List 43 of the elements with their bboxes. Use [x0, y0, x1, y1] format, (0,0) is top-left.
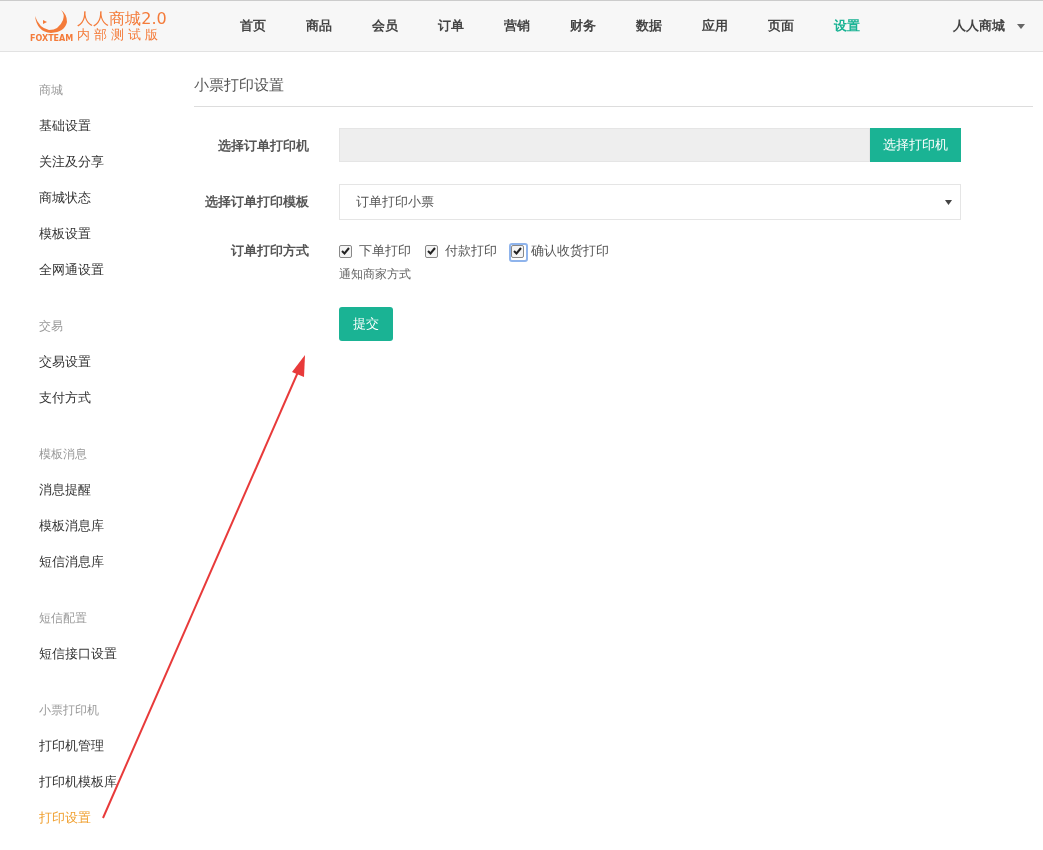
- sidebar-group-title: 模板消息: [39, 446, 88, 463]
- logo-subtitle: 内部测试版: [77, 27, 164, 42]
- page-title: 小票打印设置: [194, 76, 1033, 107]
- user-menu[interactable]: 人人商城: [953, 17, 1025, 35]
- template-select[interactable]: 订单打印小票: [339, 184, 961, 220]
- sidebar-item[interactable]: 模板设置: [39, 224, 194, 260]
- dropdown-arrow-icon: [945, 199, 952, 205]
- nav-item[interactable]: 会员: [352, 17, 418, 35]
- sidebar-group-title: 短信配置: [39, 610, 88, 627]
- sidebar-group-title: 交易: [39, 318, 64, 335]
- printer-field[interactable]: [339, 128, 870, 162]
- sidebar-item[interactable]: 短信消息库: [39, 552, 194, 588]
- nav-item[interactable]: 订单: [418, 17, 484, 35]
- help-text: 通知商家方式: [339, 266, 412, 283]
- logo-title: 人人商城2.0: [77, 10, 167, 28]
- sidebar-item[interactable]: 打印机管理: [39, 736, 194, 772]
- field-label: 订单打印方式: [230, 242, 309, 260]
- checkbox-label: 付款打印: [445, 242, 497, 260]
- sidebar-item[interactable]: 关注及分享: [39, 152, 194, 188]
- nav-item[interactable]: 营销: [484, 17, 550, 35]
- nav-item[interactable]: 数据: [616, 17, 682, 35]
- sidebar-item[interactable]: 模板消息库: [39, 516, 194, 552]
- logo-brand: FOXTEAM: [30, 33, 74, 43]
- sidebar-item[interactable]: 全网通设置: [39, 260, 194, 296]
- nav-item[interactable]: 商品: [286, 17, 352, 35]
- checkbox-label: 确认收货打印: [531, 242, 609, 260]
- nav-item[interactable]: 财务: [550, 17, 616, 35]
- checkbox-label: 下单打印: [359, 242, 411, 260]
- sidebar-item[interactable]: 支付方式: [39, 388, 194, 424]
- caret-icon: [1017, 23, 1025, 29]
- field-label: 选择订单打印机: [217, 137, 309, 155]
- sidebar-item[interactable]: 商城状态: [39, 188, 194, 224]
- sidebar-item[interactable]: 打印机模板库: [39, 772, 194, 808]
- sidebar-item[interactable]: 基础设置: [39, 116, 194, 152]
- nav-item[interactable]: 页面: [748, 17, 814, 35]
- sidebar-item[interactable]: 消息提醒: [39, 480, 194, 516]
- field-label: 选择订单打印模板: [204, 193, 309, 211]
- sidebar-group-title: 小票打印机: [39, 702, 100, 719]
- nav-item[interactable]: 应用: [682, 17, 748, 35]
- sidebar-group-title: 商城: [39, 82, 64, 99]
- sidebar-item[interactable]: 短信接口设置: [39, 644, 194, 680]
- sidebar-item[interactable]: 交易设置: [39, 352, 194, 388]
- nav-item[interactable]: 首页: [220, 17, 286, 35]
